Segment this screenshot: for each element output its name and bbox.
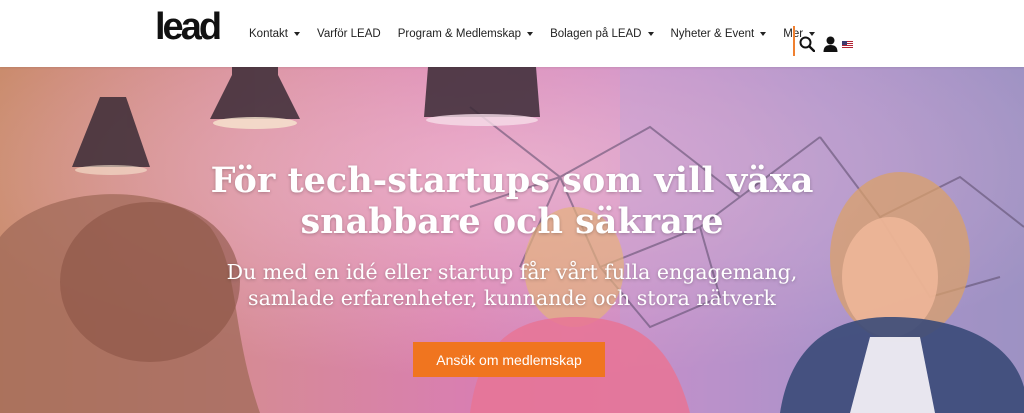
nav-item-bolagen[interactable]: Bolagen på LEAD: [550, 0, 654, 67]
us-flag-icon[interactable]: [842, 41, 853, 48]
chevron-down-icon: [760, 32, 767, 36]
hero-subtitle-line: samlade erfarenheter, kunnande och stora…: [248, 286, 776, 310]
chevron-down-icon: [294, 32, 300, 36]
nav-item-mer[interactable]: Mer: [783, 0, 816, 67]
main-nav: Kontakt Varför LEAD Program & Medlemskap…: [249, 0, 832, 67]
nav-divider: [793, 26, 795, 56]
search-icon[interactable]: [799, 36, 815, 52]
hero-title-line: För tech-startups som vill växa: [210, 160, 814, 201]
site-header: lead Kontakt Varför LEAD Program & Medle…: [0, 0, 1024, 67]
chevron-down-icon: [647, 32, 654, 36]
hero-section: För tech-startups som vill växa snabbare…: [0, 67, 1024, 413]
nav-item-label: Kontakt: [249, 27, 288, 40]
nav-item-kontakt[interactable]: Kontakt: [249, 0, 300, 67]
lead-logo[interactable]: lead: [155, 10, 231, 46]
hero-subtitle-line: Du med en idé eller startup får vårt ful…: [226, 260, 798, 284]
hero-title-line: snabbare och säkrare: [300, 201, 724, 242]
apply-membership-button[interactable]: Ansök om medlemskap: [413, 342, 605, 377]
user-icon[interactable]: [823, 36, 838, 52]
hero-subtitle: Du med en idé eller startup får vårt ful…: [112, 259, 912, 311]
chevron-down-icon: [527, 32, 534, 36]
hero-title: För tech-startups som vill växa snabbare…: [112, 160, 912, 242]
nav-item-label: Program & Medlemskap: [397, 27, 522, 40]
nav-item-label: Bolagen på LEAD: [550, 27, 642, 40]
nav-item-nyheter[interactable]: Nyheter & Event: [671, 0, 767, 67]
svg-text:lead: lead: [155, 10, 220, 46]
nav-item-label: Nyheter & Event: [670, 27, 755, 40]
nav-item-label: Varför LEAD: [317, 27, 381, 40]
nav-item-program[interactable]: Program & Medlemskap: [397, 0, 534, 67]
nav-item-varfor-lead[interactable]: Varför LEAD: [317, 0, 381, 67]
